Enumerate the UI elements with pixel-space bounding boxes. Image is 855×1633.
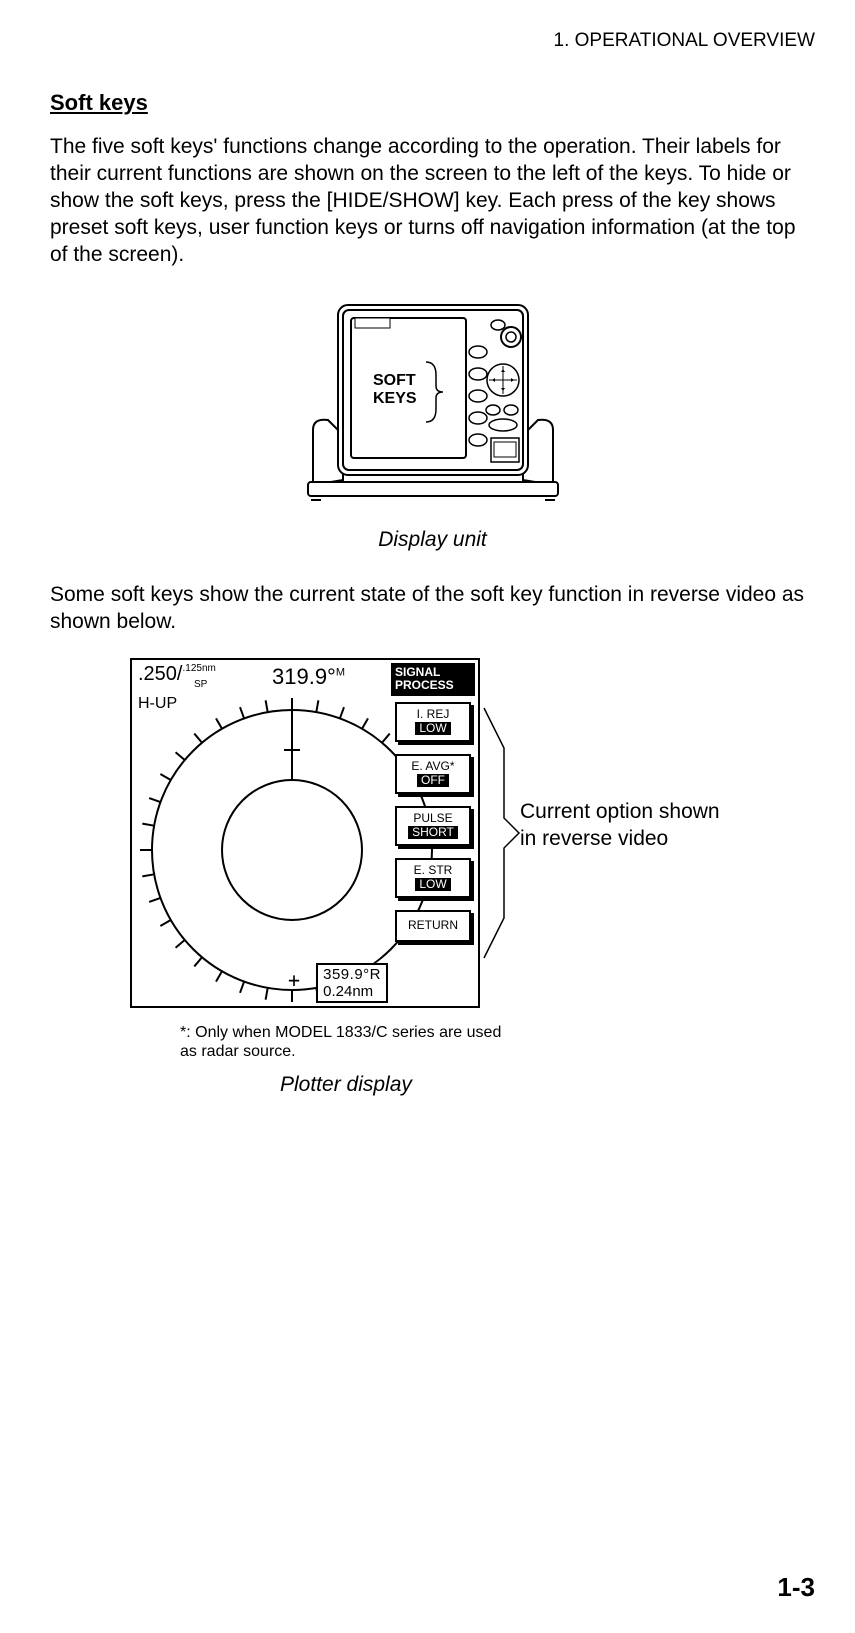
range-sub-top: .125nm: [182, 663, 215, 674]
display-unit-caption: Display unit: [50, 528, 815, 552]
annotation-text: Current option shown in reverse video: [520, 798, 730, 853]
radar-screen: .250/.125nm SP H-UP 319.9°M SIGNALPROCES…: [130, 658, 480, 1008]
softkey-label: RETURN: [408, 919, 458, 932]
softkey-irej[interactable]: I. REJ LOW: [395, 702, 471, 742]
range-sub-bottom: SP: [194, 679, 207, 690]
softkey-label: E. STR: [414, 864, 453, 877]
heading-value: 319.9°: [272, 664, 336, 689]
softkey-value: LOW: [415, 722, 450, 735]
cursor-bearing: 359.9°R: [323, 966, 381, 983]
orientation-mode: H-UP: [138, 696, 216, 713]
range-info: .250/.125nm SP H-UP: [138, 664, 216, 713]
cursor-distance: 0.24nm: [323, 983, 373, 1000]
footnote: *: Only when MODEL 1833/C series are use…: [180, 1023, 520, 1061]
svg-text:SOFT: SOFT: [373, 372, 416, 389]
cursor-readout: 359.9°R 0.24nm: [316, 963, 388, 1004]
range-main: .250/: [138, 663, 182, 685]
softkey-estr[interactable]: E. STR LOW: [395, 858, 471, 898]
softkey-column: SIGNALPROCESS I. REJ LOW E. AVG* OFF PU: [391, 663, 475, 953]
plotter-figure: .250/.125nm SP H-UP 319.9°M SIGNALPROCES…: [130, 658, 770, 1098]
softkey-pulse[interactable]: PULSE SHORT: [395, 806, 471, 846]
panel-title: SIGNALPROCESS: [391, 663, 475, 695]
softkey-value: OFF: [417, 774, 449, 787]
page-number: 1-3: [777, 1572, 815, 1603]
svg-text:KEYS: KEYS: [373, 390, 417, 407]
display-unit-svg: SOFT KEYS: [293, 290, 573, 510]
softkey-label: E. AVG*: [411, 760, 454, 773]
cursor-cross-icon: +: [288, 968, 300, 992]
softkey-return[interactable]: RETURN: [395, 910, 471, 942]
display-unit-figure: SOFT KEYS: [50, 290, 815, 516]
softkey-label: PULSE: [413, 812, 452, 825]
paragraph-2: Some soft keys show the current state of…: [50, 582, 815, 636]
heading-suffix: M: [336, 667, 345, 679]
chapter-header: 1. OPERATIONAL OVERVIEW: [50, 30, 815, 52]
paragraph-1: The five soft keys' functions change acc…: [50, 134, 815, 268]
section-title: Soft keys: [50, 90, 815, 116]
heading: 319.9°M: [272, 664, 345, 690]
softkey-eavg[interactable]: E. AVG* OFF: [395, 754, 471, 794]
plotter-caption: Plotter display: [280, 1073, 412, 1097]
softkey-label: I. REJ: [417, 708, 450, 721]
softkey-value: LOW: [415, 878, 450, 891]
softkey-value: SHORT: [408, 826, 458, 839]
